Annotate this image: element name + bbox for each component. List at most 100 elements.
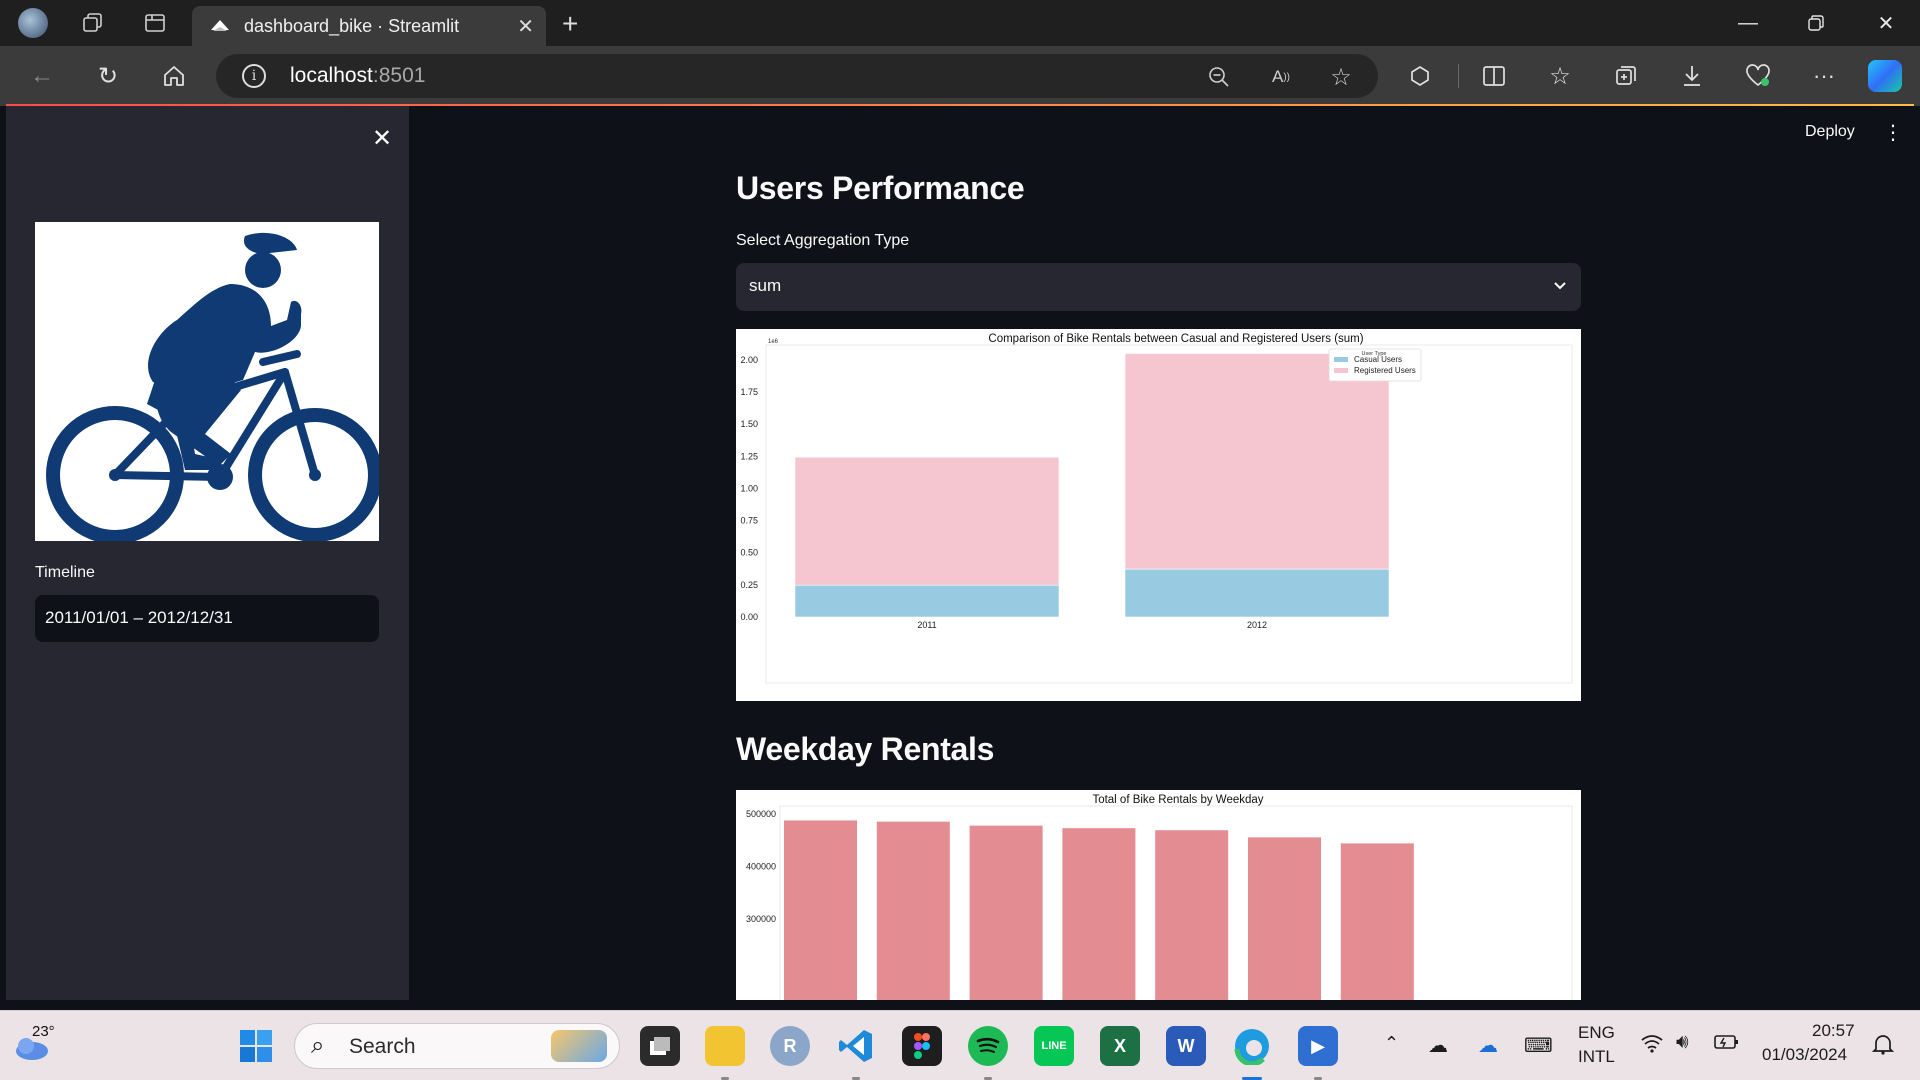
browser-toolbar: ← ↻ i localhost:8501 A)) ☆ ☆ ···: [0, 46, 1920, 106]
tab-title: dashboard_bike · Streamlit: [244, 16, 460, 36]
window-close-icon[interactable]: ✕: [1866, 6, 1906, 40]
zoom-out-icon[interactable]: [1206, 64, 1232, 90]
new-tab-icon[interactable]: +: [562, 8, 578, 40]
chart1-ytick-label: 1.00: [740, 483, 758, 493]
taskbar: 23° ⌕ Search R LINE X W ▶ ⌃ ☁ ☁ ⌨ ENG IN…: [0, 1010, 1920, 1080]
tab-actions-icon[interactable]: [142, 10, 168, 36]
weekday-rentals-title: Weekday Rentals: [736, 731, 995, 767]
file-explorer-icon[interactable]: [705, 1026, 745, 1066]
chart1-bar-casual: [1124, 568, 1390, 618]
excel-icon[interactable]: X: [1100, 1026, 1140, 1066]
browser-essentials-icon[interactable]: [1742, 60, 1774, 92]
tray-overflow-icon[interactable]: ⌃: [1384, 1033, 1399, 1054]
chart1-ytick-label: 0.50: [740, 548, 758, 558]
line-icon[interactable]: LINE: [1034, 1026, 1074, 1066]
clock-date[interactable]: 01/03/2024: [1762, 1045, 1847, 1065]
media-player-icon[interactable]: ▶: [1298, 1026, 1338, 1066]
read-aloud-icon[interactable]: A)): [1268, 64, 1294, 90]
taskbar-search[interactable]: ⌕ Search: [294, 1023, 620, 1069]
vscode-icon[interactable]: [836, 1026, 876, 1066]
minimize-icon[interactable]: —: [1728, 6, 1768, 40]
split-screen-icon[interactable]: [1478, 60, 1510, 92]
chart2-bar: [1062, 828, 1136, 1000]
downloads-icon[interactable]: [1676, 60, 1708, 92]
chart1-ytick-label: 0.75: [740, 516, 758, 526]
chart2-ytick-label: 400000: [746, 862, 776, 872]
address-bar[interactable]: i localhost:8501 A)) ☆: [216, 54, 1378, 98]
r-app-icon[interactable]: R: [770, 1026, 810, 1066]
back-icon[interactable]: ←: [26, 60, 58, 92]
chart1-ytick-label: 1.50: [740, 419, 758, 429]
collections-icon[interactable]: [1610, 60, 1642, 92]
favorites-icon[interactable]: ☆: [1544, 60, 1576, 92]
search-icon: ⌕: [311, 1032, 325, 1059]
onedrive-icon[interactable]: ☁: [1478, 1033, 1498, 1058]
sidebar: ✕ Timeline 2011/01/01 – 2012/12/31: [6, 106, 409, 1000]
windows-start-icon[interactable]: [236, 1026, 276, 1066]
aggregation-select[interactable]: sum: [736, 263, 1581, 311]
aggregation-value: sum: [749, 276, 782, 295]
main-menu-icon[interactable]: ⋮: [1883, 120, 1903, 145]
chart2-bar: [969, 825, 1043, 1000]
cloud-icon[interactable]: ☁: [1428, 1033, 1448, 1058]
main-content: Deploy ⋮ Users Performance Select Aggreg…: [409, 106, 1920, 1000]
restore-icon[interactable]: [1796, 6, 1836, 40]
tab-dashboard-bike[interactable]: dashboard_bike · Streamlit ✕: [192, 6, 546, 46]
users-comparison-chart: Comparison of Bike Rentals between Casua…: [736, 329, 1581, 701]
deploy-button[interactable]: Deploy: [1805, 123, 1855, 141]
users-performance-title: Users Performance: [736, 170, 1025, 206]
chart1-title: Comparison of Bike Rentals between Casua…: [988, 333, 1363, 345]
chart2-bar: [876, 821, 950, 1000]
wifi-icon[interactable]: [1640, 1033, 1664, 1059]
chart2-bar: [1340, 843, 1414, 1000]
taskbar-search-placeholder: Search: [349, 1035, 416, 1058]
chart1-legend-swatch: [1334, 368, 1348, 373]
clock-time[interactable]: 20:57: [1812, 1021, 1855, 1041]
date-range-input[interactable]: 2011/01/01 – 2012/12/31: [35, 595, 379, 642]
chart1-legend-label: Registered Users: [1354, 366, 1416, 375]
chart1-xtick-label: 2011: [917, 620, 936, 630]
site-info-icon[interactable]: i: [242, 64, 266, 88]
toolbar-divider: [1458, 64, 1459, 88]
weather-widget[interactable]: 23°: [12, 1023, 56, 1067]
sidebar-close-icon[interactable]: ✕: [372, 124, 392, 153]
favorite-star-icon[interactable]: ☆: [1328, 64, 1354, 91]
task-view-icon[interactable]: [640, 1026, 680, 1066]
extensions-icon[interactable]: [1404, 60, 1436, 92]
chart1-ytick-label: 1.25: [740, 451, 758, 461]
chart2-title: Total of Bike Rentals by Weekday: [1092, 794, 1263, 806]
chart1-axis-offset: 1e6: [768, 339, 779, 345]
chart1-bar-registered: [1124, 353, 1390, 570]
chart2-bar: [784, 820, 857, 1000]
keyboard-icon[interactable]: ⌨: [1524, 1033, 1553, 1058]
chart1-bar-registered: [794, 456, 1060, 586]
weather-temp: 23°: [32, 1023, 55, 1040]
cyclist-logo: [35, 222, 379, 541]
tab-close-icon[interactable]: ✕: [517, 14, 534, 39]
battery-icon[interactable]: [1714, 1033, 1740, 1056]
chart2-bar: [1155, 830, 1229, 1000]
chart1-legend-swatch: [1334, 357, 1348, 362]
search-highlight-icon: [551, 1030, 607, 1062]
word-icon[interactable]: W: [1166, 1026, 1206, 1066]
chart1-bar-casual: [794, 584, 1060, 618]
settings-more-icon[interactable]: ···: [1808, 60, 1840, 92]
copilot-icon[interactable]: [1868, 60, 1902, 92]
timeline-label: Timeline: [35, 564, 95, 581]
language-layout[interactable]: INTL: [1578, 1047, 1615, 1067]
volume-icon[interactable]: 🔊︎: [1676, 1031, 1689, 1054]
notifications-icon[interactable]: [1871, 1033, 1895, 1061]
edge-icon[interactable]: [1232, 1026, 1272, 1066]
home-icon[interactable]: [158, 60, 190, 92]
chart2-bar: [1248, 837, 1321, 1000]
profile-avatar[interactable]: [18, 8, 48, 38]
refresh-icon[interactable]: ↻: [92, 60, 124, 92]
language-indicator[interactable]: ENG: [1578, 1023, 1615, 1043]
workspaces-icon[interactable]: [80, 10, 106, 36]
browser-tab-bar: dashboard_bike · Streamlit ✕ + — ✕: [0, 0, 1920, 46]
chart1-ytick-label: 1.75: [740, 387, 758, 397]
figma-icon[interactable]: [902, 1026, 942, 1066]
chart1-ytick-label: 2.00: [740, 355, 758, 365]
chart1-ytick-label: 0.25: [740, 580, 758, 590]
spotify-icon[interactable]: [968, 1026, 1008, 1066]
